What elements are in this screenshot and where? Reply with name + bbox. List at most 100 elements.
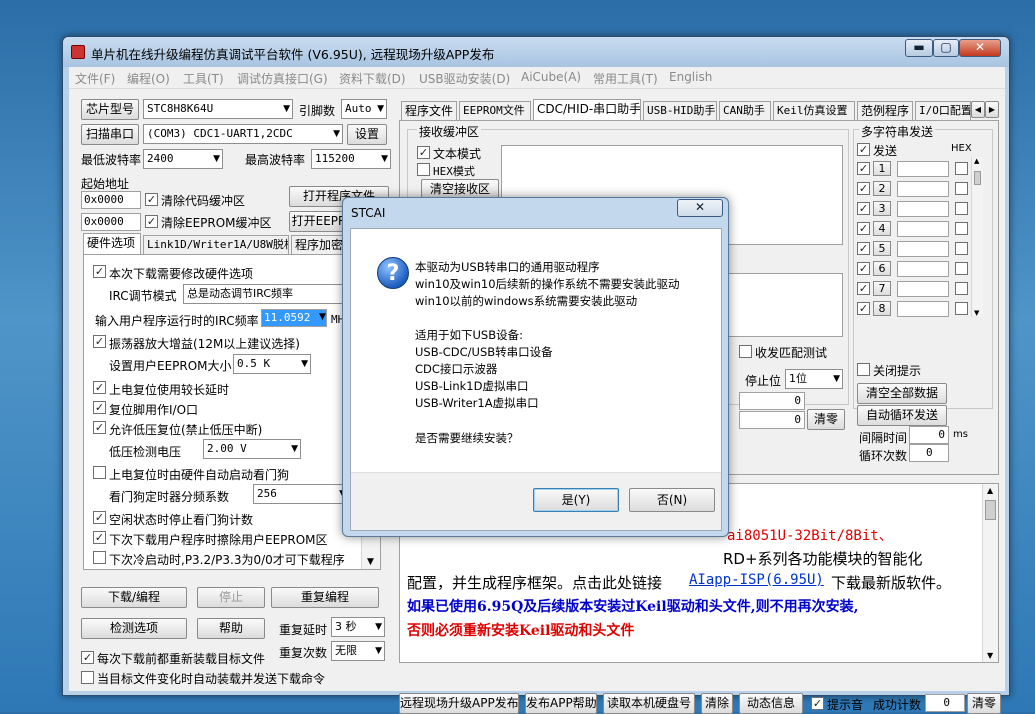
open-eeprom-file-button[interactable]: 打开EEPR bbox=[289, 211, 349, 232]
yes-button[interactable]: 是(Y) bbox=[533, 488, 619, 512]
send-row-hex-checkbox[interactable] bbox=[955, 262, 968, 275]
send-row-button[interactable]: 6 bbox=[873, 261, 891, 276]
menu-file[interactable]: 文件(F) bbox=[75, 70, 115, 87]
send-row-checkbox[interactable]: ✓ bbox=[857, 222, 870, 235]
tab-usb-hid[interactable]: USB-HID助手 bbox=[643, 101, 717, 120]
close-tip-checkbox[interactable] bbox=[857, 363, 870, 376]
send-row-input[interactable] bbox=[897, 281, 949, 297]
send-row-checkbox[interactable]: ✓ bbox=[857, 302, 870, 315]
send-row-hex-checkbox[interactable] bbox=[955, 162, 968, 175]
clear-code-checkbox[interactable]: ✓ bbox=[145, 193, 158, 206]
text-mode-checkbox[interactable]: ✓ bbox=[417, 146, 430, 159]
stop-button[interactable]: 停止 bbox=[197, 587, 265, 608]
tab-link1d-writer[interactable]: Link1D/Writer1A/U8W脱机 bbox=[143, 235, 289, 254]
no-button[interactable]: 否(N) bbox=[629, 488, 715, 512]
stop-bit-select[interactable]: 1位 ▼ bbox=[785, 369, 843, 389]
download-link[interactable]: AIapp-ISP(6.95U) bbox=[689, 572, 824, 588]
repeat-program-button[interactable]: 重复编程 bbox=[271, 587, 379, 608]
clear-eeprom-checkbox[interactable]: ✓ bbox=[145, 215, 158, 228]
beep-checkbox[interactable]: ✓ bbox=[811, 697, 824, 710]
loop-count-input[interactable]: 0 bbox=[909, 444, 949, 462]
long-delay-checkbox[interactable]: ✓ bbox=[93, 381, 106, 394]
tab-keil-settings[interactable]: Keil仿真设置 bbox=[773, 101, 855, 120]
reset-count-button[interactable]: 清零 bbox=[967, 693, 1001, 714]
cold-start-checkbox[interactable] bbox=[93, 551, 106, 564]
chip-model-button[interactable]: 芯片型号 bbox=[81, 99, 139, 120]
clear-button[interactable]: 清除 bbox=[701, 693, 733, 714]
send-row-button[interactable]: 5 bbox=[873, 241, 891, 256]
menu-debug[interactable]: 调试仿真接口(G) bbox=[237, 70, 328, 87]
settings-button[interactable]: 设置 bbox=[347, 124, 387, 145]
low-voltage-reset-checkbox[interactable]: ✓ bbox=[93, 421, 106, 434]
clear-all-data-button[interactable]: 清空全部数据 bbox=[857, 383, 947, 404]
minimize-button[interactable]: ▬ bbox=[905, 39, 933, 57]
send-row-button[interactable]: 4 bbox=[873, 221, 891, 236]
auto-loop-send-button[interactable]: 自动循环发送 bbox=[857, 405, 947, 426]
max-baud-select[interactable]: 115200 ▼ bbox=[311, 149, 391, 169]
send-row-input[interactable] bbox=[897, 241, 949, 257]
irc-mode-select[interactable]: 总是动态调节IRC频率▼ bbox=[183, 284, 359, 304]
info-scrollbar[interactable]: ▲ ▼ bbox=[982, 484, 998, 662]
code-address-input[interactable]: 0x0000 bbox=[81, 191, 141, 209]
send-rows-scrollbar[interactable]: ▲ ▼ bbox=[971, 157, 983, 317]
send-row-hex-checkbox[interactable] bbox=[955, 182, 968, 195]
send-row-button[interactable]: 3 bbox=[873, 201, 891, 216]
reload-file-checkbox[interactable]: ✓ bbox=[81, 651, 94, 664]
menu-program[interactable]: 编程(O) bbox=[127, 70, 170, 87]
tab-program-file[interactable]: 程序文件 bbox=[401, 101, 457, 120]
maximize-button[interactable]: ▢ bbox=[933, 39, 959, 57]
auto-watchdog-checkbox[interactable] bbox=[93, 466, 106, 479]
send-row-checkbox[interactable]: ✓ bbox=[857, 242, 870, 255]
title-bar[interactable]: 单片机在线升级编程仿真调试平台软件 (V6.95U), 远程现场升级APP发布 … bbox=[63, 37, 1009, 67]
send-row-checkbox[interactable]: ✓ bbox=[857, 282, 870, 295]
send-row-hex-checkbox[interactable] bbox=[955, 242, 968, 255]
send-row-input[interactable] bbox=[897, 301, 949, 317]
eeprom-address-input[interactable]: 0x0000 bbox=[81, 213, 141, 231]
pins-select[interactable]: Auto ▼ bbox=[341, 99, 387, 119]
tab-examples[interactable]: 范例程序 bbox=[857, 101, 913, 120]
send-row-hex-checkbox[interactable] bbox=[955, 282, 968, 295]
dynamic-info-button[interactable]: 动态信息 bbox=[739, 693, 803, 714]
download-program-button[interactable]: 下载/编程 bbox=[81, 587, 187, 608]
tab-can[interactable]: CAN助手 bbox=[719, 101, 771, 120]
tab-encryption[interactable]: 程序加密 bbox=[291, 235, 343, 254]
send-row-checkbox[interactable]: ✓ bbox=[857, 262, 870, 275]
hex-mode-checkbox[interactable] bbox=[417, 163, 430, 176]
chip-model-select[interactable]: STC8H8K64U ▼ bbox=[143, 99, 293, 119]
interval-input[interactable]: 0 bbox=[909, 426, 949, 444]
menu-usb-driver[interactable]: USB驱动安装(D) bbox=[419, 70, 510, 87]
send-row-hex-checkbox[interactable] bbox=[955, 202, 968, 215]
close-button[interactable]: ✕ bbox=[959, 39, 1001, 57]
irc-freq-input[interactable]: 11.0592 bbox=[261, 309, 327, 327]
send-row-input[interactable] bbox=[897, 221, 949, 237]
send-row-hex-checkbox[interactable] bbox=[955, 222, 968, 235]
tab-cdc-serial-assistant[interactable]: CDC/HID-串口助手 bbox=[533, 99, 641, 120]
send-row-button[interactable]: 7 bbox=[873, 281, 891, 296]
send-row-checkbox[interactable]: ✓ bbox=[857, 162, 870, 175]
menu-english[interactable]: English bbox=[669, 70, 712, 84]
scan-port-button[interactable]: 扫描串口 bbox=[81, 124, 139, 145]
send-row-input[interactable] bbox=[897, 261, 949, 277]
check-options-button[interactable]: 检测选项 bbox=[81, 618, 187, 639]
remote-upgrade-button[interactable]: 远程现场升级APP发布 bbox=[399, 693, 519, 714]
scroll-thumb[interactable] bbox=[974, 171, 981, 185]
read-disk-button[interactable]: 读取本机硬盘号 bbox=[603, 693, 695, 714]
send-row-button[interactable]: 8 bbox=[873, 301, 891, 316]
tab-eeprom-file[interactable]: EEPROM文件 bbox=[459, 101, 531, 120]
wdt-prescaler-select[interactable]: 256▼ bbox=[253, 484, 349, 504]
send-row-hex-checkbox[interactable] bbox=[955, 302, 968, 315]
send-row-checkbox[interactable]: ✓ bbox=[857, 182, 870, 195]
repeat-delay-select[interactable]: 3 秒 ▼ bbox=[331, 617, 385, 637]
lv-detect-select[interactable]: 2.00 V ▼ bbox=[203, 439, 301, 459]
send-row-button[interactable]: 1 bbox=[873, 161, 891, 176]
min-baud-select[interactable]: 2400 ▼ bbox=[143, 149, 223, 169]
send-all-checkbox[interactable]: ✓ bbox=[857, 143, 870, 156]
help-button[interactable]: 帮助 bbox=[197, 618, 265, 639]
modify-hw-checkbox[interactable]: ✓ bbox=[93, 265, 106, 278]
match-test-checkbox[interactable] bbox=[739, 345, 752, 358]
erase-eeprom-checkbox[interactable]: ✓ bbox=[93, 531, 106, 544]
send-row-input[interactable] bbox=[897, 201, 949, 217]
scroll-thumb[interactable] bbox=[985, 500, 996, 520]
irc-freq-dropdown-icon[interactable]: ▼ bbox=[319, 312, 326, 322]
idle-stop-wdt-checkbox[interactable]: ✓ bbox=[93, 511, 106, 524]
